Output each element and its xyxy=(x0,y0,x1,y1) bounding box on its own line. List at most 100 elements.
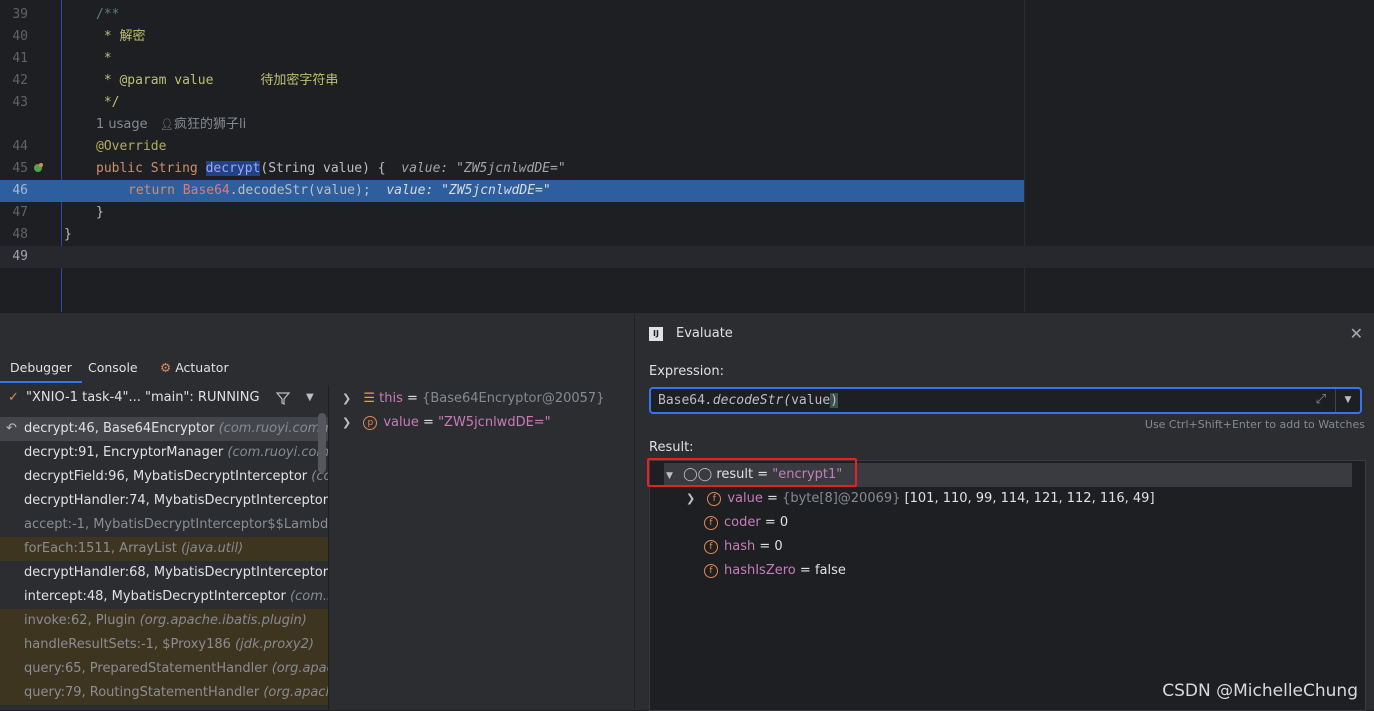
code-line-49[interactable]: 49 xyxy=(0,246,1374,268)
line-number: 43 xyxy=(12,95,28,110)
chevron-right-icon[interactable]: ❯ xyxy=(342,392,351,405)
code-line-44[interactable]: 44 @Override xyxy=(0,136,1374,158)
frame-method: decryptHandler:74, MybatisDecryptInterce… xyxy=(24,493,328,508)
filter-icon[interactable] xyxy=(276,391,290,405)
method-name[interactable]: decrypt xyxy=(205,161,261,176)
variable-row-value[interactable]: ❯ p value = "ZW5jcnlwdDE=" xyxy=(342,411,551,435)
code-line-43[interactable]: 43 */ xyxy=(0,92,1374,114)
code-line-39[interactable]: 39 /** xyxy=(0,4,1374,26)
debug-inline-value: value: "ZW5jcnlwdDE=" xyxy=(386,183,551,198)
watch-hint: Use Ctrl+Shift+Enter to add to Watches xyxy=(1144,418,1365,431)
code-line-46-execution-point[interactable]: 46 return Base64.decodeStr(value); value… xyxy=(0,180,1024,202)
frame-method: decryptHandler:68, MybatisDecryptInterce… xyxy=(24,565,328,580)
frame-item[interactable]: decryptField:96, MybatisDecryptIntercept… xyxy=(0,465,328,489)
debug-inline-value: value: "ZW5jcnlwdDE=" xyxy=(401,161,566,176)
code-text: * @param value 待加密字符串 xyxy=(96,70,339,92)
expression-input[interactable]: Base64.decodeStr(value) ⤢ ▼ xyxy=(649,387,1362,414)
override-gutter-icon[interactable] xyxy=(33,163,43,173)
result-field-row[interactable]: ❯ f value = {byte[8]@20069} [101, 110, 99… xyxy=(686,487,1155,511)
usage-count[interactable]: 1 usage xyxy=(96,117,148,132)
frame-package: (org.apache xyxy=(271,661,328,676)
history-dropdown-icon[interactable]: ▼ xyxy=(1335,389,1360,412)
expand-icon[interactable]: ⤢ xyxy=(1316,392,1326,407)
frame-item[interactable]: decryptHandler:68, MybatisDecryptInterce… xyxy=(0,561,328,585)
frame-item[interactable]: ↶ decrypt:46, Base64Encryptor (com.ruoyi.… xyxy=(0,417,328,441)
code-editor[interactable]: 39 /** 40 * 解密 41 * 42 * @param value 待加… xyxy=(0,0,1374,312)
chevron-right-icon[interactable]: ❯ xyxy=(686,492,695,505)
expression-label: Expression: xyxy=(649,364,724,379)
return-type: String xyxy=(150,161,198,176)
code-line-42[interactable]: 42 * @param value 待加密字符串 xyxy=(0,70,1374,92)
code-line-45[interactable]: 45 public String decrypt(String value) {… xyxy=(0,158,1374,180)
actuator-icon: ⚙ xyxy=(160,360,172,375)
frame-method: accept:-1, MybatisDecryptInterceptor$$La… xyxy=(24,517,328,532)
frame-method: query:79, RoutingStatementHandler xyxy=(24,685,260,700)
frames-list[interactable]: ↶ decrypt:46, Base64Encryptor (com.ruoyi.… xyxy=(0,413,328,710)
frame-item[interactable]: query:79, RoutingStatementHandler (org.a… xyxy=(0,681,328,705)
field-name: value xyxy=(727,491,763,506)
variable-row-this[interactable]: ❯ ☰ this = {Base64Encryptor@20057} xyxy=(342,387,604,411)
variable-name: this xyxy=(379,391,403,406)
frame-package: (com.ruoyi.commo xyxy=(227,445,328,460)
thread-selector[interactable]: ✓ "XNIO-1 task-4"... "main": RUNNING ▼ xyxy=(0,385,328,411)
code-text: * 解密 xyxy=(96,29,146,44)
author-icon: 👤︎ xyxy=(160,118,175,131)
method-call: .decodeStr( xyxy=(229,183,316,198)
call-end: ); xyxy=(355,183,371,198)
code-line-47[interactable]: 47 } xyxy=(0,202,1374,224)
line-number: 39 xyxy=(12,7,28,22)
frame-item[interactable]: accept:-1, MybatisDecryptInterceptor$$La… xyxy=(0,513,328,537)
result-label: Result: xyxy=(649,440,694,455)
chevron-right-icon[interactable]: ❯ xyxy=(342,416,351,429)
frame-package: (com.ruoyi.common xyxy=(218,421,328,436)
field-icon: f xyxy=(707,491,722,506)
panel-divider[interactable] xyxy=(328,385,329,710)
code-text: } xyxy=(96,205,104,220)
frames-scrollbar[interactable] xyxy=(318,413,326,473)
frame-method: decrypt:46, Base64Encryptor xyxy=(24,421,215,436)
frame-item[interactable]: decryptHandler:74, MybatisDecryptInterce… xyxy=(0,489,328,513)
expr-arg: value xyxy=(791,393,831,408)
tab-console[interactable]: Console xyxy=(78,353,148,383)
result-tree[interactable]: ▼ ◯◯ result = "encrypt1" ❯ f value = {byt… xyxy=(649,460,1366,711)
code-line-41[interactable]: 41 * xyxy=(0,48,1374,70)
code-line-48[interactable]: 48 } xyxy=(0,224,1374,246)
frame-package: (java.util) xyxy=(181,541,244,556)
frame-item[interactable]: invoke:62, Plugin (org.apache.ibatis.plu… xyxy=(0,609,328,633)
field-type: {byte[8]@20069} xyxy=(782,491,901,506)
result-field-row[interactable]: f hash = 0 xyxy=(704,535,783,559)
tab-actuator[interactable]: ⚙ Actuator xyxy=(150,353,239,383)
line-number: 48 xyxy=(12,227,28,242)
line-number: 44 xyxy=(12,139,28,154)
tab-actuator-label: Actuator xyxy=(175,360,229,375)
frame-item[interactable]: decrypt:91, EncryptorManager (com.ruoyi.… xyxy=(0,441,328,465)
watermark: CSDN @MichelleChung xyxy=(1162,681,1358,701)
field-name: hashIsZero xyxy=(724,563,796,578)
author-name: 疯狂的狮子li xyxy=(174,117,247,132)
variables-tree[interactable]: ❯ ☰ this = {Base64Encryptor@20057} ❯ p va… xyxy=(330,385,634,710)
chevron-down-icon[interactable]: ▼ xyxy=(306,385,314,411)
code-text: */ xyxy=(96,95,120,110)
thread-name[interactable]: "XNIO-1 task-4"... "main": RUNNING xyxy=(26,385,260,411)
usage-hint[interactable]: 1 usage 👤︎疯狂的狮子li xyxy=(96,114,246,136)
field-value: 0 xyxy=(779,515,789,530)
line-number: 47 xyxy=(12,205,28,220)
frame-item[interactable]: intercept:48, MybatisDecryptInterceptor … xyxy=(0,585,328,609)
frame-package: (jdk.proxy2) xyxy=(235,637,314,652)
variable-name: value xyxy=(383,415,419,430)
close-icon[interactable]: ✕ xyxy=(1350,324,1363,343)
result-field-row[interactable]: f coder = 0 xyxy=(704,511,788,535)
variable-value: {Base64Encryptor@20057} xyxy=(422,391,605,406)
tab-debugger[interactable]: Debugger xyxy=(0,353,82,383)
code-text: /** xyxy=(96,7,120,22)
code-line-40[interactable]: 40 * 解密 xyxy=(0,26,1374,48)
field-value: [101, 110, 99, 114, 121, 112, 116, 49] xyxy=(904,491,1155,506)
frame-item[interactable]: forEach:1511, ArrayList (java.util) xyxy=(0,537,328,561)
expression-text[interactable]: Base64.decodeStr(value) xyxy=(658,389,839,412)
intellij-logo-icon: IJ xyxy=(649,327,663,341)
method-params: (String value) xyxy=(260,161,370,176)
frame-item[interactable]: query:65, PreparedStatementHandler (org.… xyxy=(0,657,328,681)
result-field-row[interactable]: f hashIsZero = false xyxy=(704,559,846,583)
evaluate-dialog: IJ Evaluate ✕ Expression: Base64.decodeS… xyxy=(634,314,1374,711)
frame-item[interactable]: handleResultSets:-1, $Proxy186 (jdk.prox… xyxy=(0,633,328,657)
